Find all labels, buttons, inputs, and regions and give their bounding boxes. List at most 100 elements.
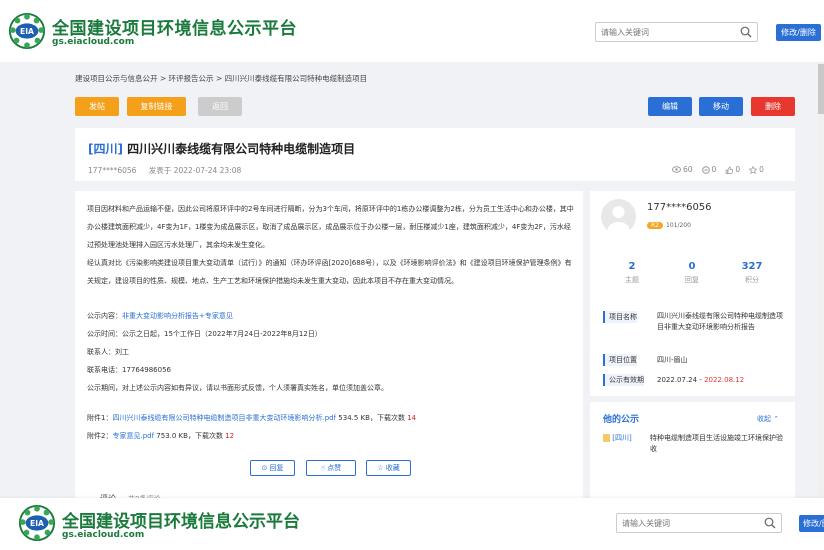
collapse-label: 收起 xyxy=(757,415,771,423)
attachment-1-count: 14 xyxy=(407,414,417,422)
reply-button[interactable]: ⊙ 回复 xyxy=(250,460,295,476)
points-label: 积分 xyxy=(745,276,759,284)
search-input[interactable] xyxy=(596,23,732,41)
attachment-1-link[interactable]: 四川兴川泰线缆有限公司特种电缆制造项目非重大变动环境影响分析.pdf xyxy=(112,414,336,422)
topics-count[interactable]: 2 xyxy=(602,261,662,272)
sticky-site-url: gs.eiacloud.com xyxy=(62,530,145,540)
favorite-button[interactable]: ☆ 收藏 xyxy=(366,460,411,476)
breadcrumb[interactable]: 建设项目公示与信息公开 > 环评报告公示 > 四川兴川泰线缆有限公司特种电缆制造… xyxy=(75,73,367,84)
content-paragraph-2: 经认真对比《污染影响类建设项目重大变动清单（试行）》的通知（环办环评函[2020… xyxy=(87,259,572,285)
back-button[interactable]: 返回 xyxy=(198,97,242,116)
attachment-prefix: 附件2： xyxy=(87,432,113,440)
eye-icon xyxy=(672,166,681,173)
like-label: 点赞 xyxy=(327,464,342,472)
search-icon[interactable] xyxy=(764,517,776,529)
star-icon xyxy=(749,165,758,174)
eia-logo-icon[interactable]: EIA xyxy=(18,504,56,542)
attachment-2-link[interactable]: 专家意见.pdf xyxy=(112,432,154,440)
views-count: 60 xyxy=(683,165,693,174)
level-info: R2 101/200 xyxy=(647,222,691,229)
post-button[interactable]: 发帖 xyxy=(75,97,119,116)
edit-button[interactable]: 编辑 xyxy=(648,97,692,116)
copy-link-button[interactable]: 复制链接 xyxy=(127,97,186,116)
attachment-1-meta: 534.5 KB，下载次数 xyxy=(338,414,405,422)
sticky-search-input[interactable] xyxy=(617,514,753,532)
region-tag[interactable]: [四川] xyxy=(88,142,123,156)
thumbs-up-icon xyxy=(725,166,734,174)
svg-text:EIA: EIA xyxy=(20,27,34,36)
level-progress: 101/200 xyxy=(666,222,691,229)
sidebar-username[interactable]: 177****6056 xyxy=(647,202,712,213)
edit-delete-button[interactable]: 修改/删除 xyxy=(776,24,821,41)
points-count[interactable]: 327 xyxy=(722,261,782,272)
attachment-prefix: 附件1： xyxy=(87,414,113,422)
reply-icon: ⊙ xyxy=(261,464,268,472)
site-title[interactable]: 全国建设项目环境信息公示平台 xyxy=(52,14,297,39)
attachment-2-meta: 753.0 KB，下载次数 xyxy=(156,432,223,440)
likes-count: 0 xyxy=(735,165,741,174)
other-posts-title: 他的公示 xyxy=(603,415,640,425)
sticky-header: EIA 全国建设项目环境信息公示平台 gs.eiacloud.com 修改/删除 xyxy=(0,498,824,550)
attachment-row: 附件2：专家意见.pdf 753.0 KB，下载次数 12 xyxy=(87,431,234,441)
comment-icon xyxy=(701,165,710,174)
thumbs-up-icon: ☝ xyxy=(320,464,326,472)
delete-button[interactable]: 删除 xyxy=(751,97,795,116)
post-meta: 177****6056 发表于 2022-07-24 23:08 xyxy=(88,165,251,176)
post-title: [四川] 四川兴川泰线缆有限公司特种电缆制造项目 xyxy=(88,140,355,157)
post-title-text: 四川兴川泰线缆有限公司特种电缆制造项目 xyxy=(127,142,356,156)
star-icon: ☆ xyxy=(377,464,384,472)
contact-phone: 联系电话：17764986056 xyxy=(87,366,171,374)
sticky-site-title[interactable]: 全国建设项目环境信息公示平台 xyxy=(62,507,300,532)
other-post-region: [四川] xyxy=(612,434,632,442)
search-icon[interactable] xyxy=(740,26,752,38)
comments-stat: 0 xyxy=(701,165,717,174)
project-name-label: 项目名称 xyxy=(603,311,637,323)
objection-note: 公示期间，对上述公示内容如有异议，请以书面形式反馈，个人须署真实姓名，单位须加盖… xyxy=(87,384,388,392)
scrollbar[interactable] xyxy=(818,62,824,498)
replies-label: 回复 xyxy=(685,276,699,284)
user-icon xyxy=(607,206,630,234)
project-location-label: 项目位置 xyxy=(603,354,637,366)
stars-stat[interactable]: 0 xyxy=(749,165,764,174)
content-paragraph-1: 项目因材料和产品运输不便，因此公司将原环评中的2号车间进行隔断，分为3个车间，将… xyxy=(87,205,574,249)
svg-text:EIA: EIA xyxy=(30,519,44,528)
other-post-title: 特种电缆制造项目生活设施竣工环境保护验收 xyxy=(650,434,783,453)
publicity-content-value[interactable]: 非重大变动影响分析报告+专家意见 xyxy=(122,312,233,320)
validity-start: 2022.07.24 xyxy=(657,376,698,384)
publicity-content-label: 公示内容： xyxy=(87,312,122,320)
folder-icon xyxy=(603,434,610,442)
project-name-value: 四川兴川泰线缆有限公司特种电缆制造项目非重大变动环境影响分析报告 xyxy=(657,312,783,331)
publish-time: 发表于 2022-07-24 23:08 xyxy=(148,166,242,175)
like-button[interactable]: ☝ 点赞 xyxy=(306,460,356,476)
validity-value: 2022.07.24 - 2022.08.12 xyxy=(657,375,785,386)
views-stat: 60 xyxy=(672,165,693,174)
site-header: EIA 全国建设项目环境信息公示平台 gs.eiacloud.com 修改/删除 xyxy=(0,0,824,62)
topics-label: 主题 xyxy=(625,276,639,284)
collapse-toggle[interactable]: 收起 ⌃ xyxy=(757,414,779,424)
post-stats: 60 0 0 0 xyxy=(672,165,764,174)
search-box xyxy=(595,22,758,42)
sticky-search-box xyxy=(616,513,782,533)
sticky-edit-delete-button[interactable]: 修改/删除 xyxy=(799,515,824,532)
replies-count[interactable]: 0 xyxy=(662,261,722,272)
favorite-label: 收藏 xyxy=(385,464,400,472)
other-post-item[interactable]: [四川] 特种电缆制造项目生活设施竣工环境保护验收 xyxy=(603,433,788,453)
author-name[interactable]: 177****6056 xyxy=(88,166,136,175)
attachment-row: 附件1：四川兴川泰线缆有限公司特种电缆制造项目非重大变动环境影响分析.pdf 5… xyxy=(87,413,416,423)
eia-logo-icon[interactable]: EIA xyxy=(8,12,46,50)
contact-person: 联系人：刘工 xyxy=(87,348,129,356)
reply-label: 回复 xyxy=(269,464,284,472)
move-button[interactable]: 移动 xyxy=(699,97,743,116)
attachment-2-count: 12 xyxy=(225,432,235,440)
chevron-up-icon: ⌃ xyxy=(773,415,780,423)
level-badge: R2 xyxy=(647,222,663,229)
site-url: gs.eiacloud.com xyxy=(52,37,135,47)
stars-count: 0 xyxy=(759,165,764,174)
publicity-time: 公示时间：公示之日起，15个工作日（2022年7月24日-2022年8月12日） xyxy=(87,330,322,338)
comments-count: 0 xyxy=(711,165,717,174)
likes-stat[interactable]: 0 xyxy=(725,165,740,174)
validity-end: 2022.08.12 xyxy=(704,376,745,384)
avatar[interactable] xyxy=(601,199,636,234)
validity-label: 公示有效期 xyxy=(603,374,644,386)
publicity-content: 公示内容：非重大变动影响分析报告+专家意见 xyxy=(87,311,233,321)
